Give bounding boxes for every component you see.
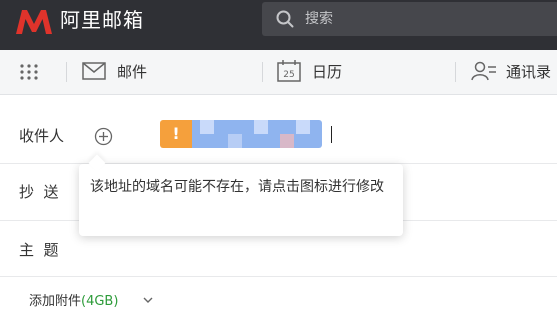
mosaic-block <box>296 120 310 134</box>
search-placeholder[interactable]: 搜索 <box>305 9 333 29</box>
text-cursor <box>331 126 332 143</box>
chevron-down-icon[interactable] <box>143 296 153 304</box>
add-attachment-button[interactable]: 添加附件(4GB) <box>29 293 118 311</box>
mosaic-block <box>280 134 294 148</box>
subject-label: 主 题 <box>19 241 59 259</box>
nav-contacts[interactable]: 通讯录 <box>471 50 557 94</box>
nav-calendar-label: 日历 <box>312 63 343 81</box>
mosaic-block <box>200 120 214 134</box>
search-icon <box>276 10 294 28</box>
warning-icon[interactable]: ! <box>160 120 192 148</box>
mosaic-block <box>254 120 268 134</box>
cc-label: 抄 送 <box>19 183 59 201</box>
recipient-address[interactable] <box>192 120 322 148</box>
search-box[interactable]: 搜索 <box>262 2 557 36</box>
attach-size: (4GB) <box>81 294 119 309</box>
plus-circle-icon[interactable] <box>94 127 113 146</box>
to-label: 收件人 <box>19 127 65 145</box>
aliyun-mail-logo-icon[interactable] <box>14 6 54 38</box>
calendar-icon: 25 <box>277 60 301 82</box>
nav-divider <box>66 62 67 82</box>
nav-mail-label: 邮件 <box>117 63 148 81</box>
top-bar: 阿里邮箱 搜索 <box>0 0 557 50</box>
nav-mail[interactable]: 邮件 <box>82 50 162 94</box>
tooltip-arrow <box>88 154 106 172</box>
mail-icon <box>82 62 106 80</box>
calendar-icon-day: 25 <box>283 70 294 80</box>
nav-calendar[interactable]: 25 日历 <box>277 50 367 94</box>
nav-contacts-label: 通讯录 <box>506 63 552 81</box>
nav-bar: 邮件 25 日历 通讯录 <box>0 50 557 95</box>
grid-icon[interactable] <box>20 64 38 80</box>
attach-label: 添加附件 <box>29 294 82 309</box>
contacts-icon <box>471 61 496 81</box>
row-divider <box>0 276 557 277</box>
mosaic-block <box>228 134 242 148</box>
nav-divider <box>455 62 456 82</box>
recipient-tag[interactable]: ! <box>160 120 322 148</box>
nav-divider <box>262 62 263 82</box>
tooltip-text: 该地址的域名可能不存在，请点击图标进行修改 <box>90 179 384 195</box>
brand-name[interactable]: 阿里邮箱 <box>60 6 144 34</box>
domain-warning-tooltip: 该地址的域名可能不存在，请点击图标进行修改 <box>79 154 403 236</box>
